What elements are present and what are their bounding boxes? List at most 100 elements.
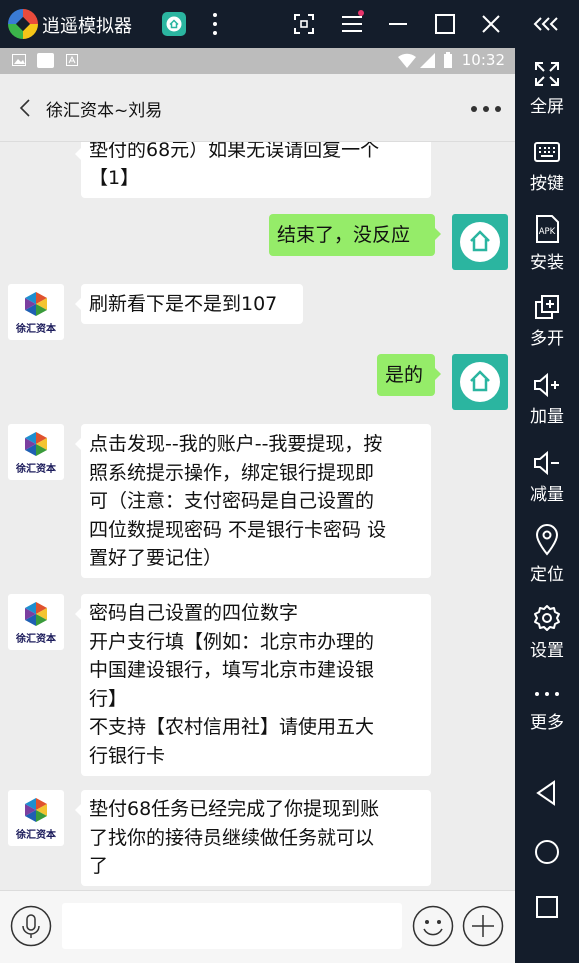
sidebar-label: 更多 — [530, 713, 564, 733]
triangle-back-icon — [536, 780, 555, 806]
message-bubble[interactable]: 点击发现--我的账户--我要提现，按 照系统提示操作，绑定银行提现即 可（注意：… — [75, 424, 431, 578]
message-input[interactable] — [62, 903, 402, 949]
notification-dot — [358, 10, 364, 16]
sidebar-item-multi[interactable]: 多开 — [515, 294, 579, 364]
android-status-bar: 10:32 — [0, 48, 515, 74]
message-line: 【1】 — [89, 167, 140, 189]
sidebar-item-keys[interactable]: 按键 — [515, 139, 579, 209]
sidebar-item-volume-down[interactable]: 减量 — [515, 450, 579, 520]
sidebar-item-location[interactable]: 定位 — [515, 524, 579, 594]
message-bubble[interactable]: 是的 — [377, 354, 441, 396]
sidebar-label: 设置 — [530, 641, 564, 661]
message-bubble[interactable]: 结束了，没反应 — [269, 214, 441, 256]
android-home-nav-button[interactable] — [515, 837, 579, 877]
more-icon — [535, 692, 559, 696]
volume-down-icon — [534, 450, 559, 476]
collapse-sidebar-icon[interactable] — [533, 12, 558, 36]
wifi-icon — [398, 53, 416, 68]
sidebar-label: 全屏 — [530, 97, 564, 117]
sidebar-label: 加量 — [530, 407, 564, 427]
message-line: 中国建设银行，填写北京市建设银 — [89, 659, 375, 681]
message-line: 垫付68任务已经完成了你提现到账 — [89, 798, 380, 820]
home-icon — [470, 230, 490, 252]
back-arrow-icon[interactable] — [18, 98, 32, 118]
android-recents-button[interactable] — [515, 892, 579, 932]
maximize-icon[interactable] — [433, 12, 457, 36]
more-options-icon[interactable] — [471, 106, 501, 112]
sidebar-item-volume-up[interactable]: 加量 — [515, 372, 579, 442]
contact-avatar[interactable]: 徐汇资本 — [8, 424, 64, 480]
emulator-sidebar: 全屏 按键 APK 安装 多开 加量 减量 定位 设置 更多 — [515, 48, 579, 963]
company-logo-icon — [25, 432, 47, 456]
avatar-label: 徐汇资本 — [16, 830, 56, 841]
message-line: 点击发现--我的账户--我要提现，按 — [89, 433, 383, 455]
circle-home-icon — [535, 840, 559, 864]
keyboard-icon — [534, 142, 560, 162]
contact-avatar[interactable]: 徐汇资本 — [8, 284, 64, 340]
sidebar-label: 定位 — [530, 565, 564, 585]
emoji-icon[interactable] — [412, 905, 454, 947]
message-line: 刷新看下是不是到107 — [89, 293, 278, 315]
message-line: 行】 — [89, 687, 128, 710]
sidebar-item-more[interactable]: 更多 — [515, 684, 579, 754]
android-home-button[interactable] — [162, 12, 186, 36]
fullscreen-icon — [535, 62, 559, 86]
message-line: 了 — [89, 855, 109, 877]
voice-input-icon[interactable] — [10, 905, 52, 947]
message-line: 密码自己设置的四位数字 — [89, 602, 299, 624]
avatar-label: 徐汇资本 — [16, 324, 56, 335]
sidebar-item-settings[interactable]: 设置 — [515, 604, 579, 674]
emulator-logo-icon — [8, 9, 38, 39]
phone-screen: 10:32 徐汇资本~刘易 垫付的68元）如果无误请回复一个 【1】 结束了，没… — [0, 48, 515, 963]
message-bubble[interactable]: 密码自己设置的四位数字 开户支行填【例如：北京市办理的 中国建设银行，填写北京市… — [75, 594, 431, 776]
status-time: 10:32 — [461, 51, 505, 69]
message-line: 结束了，没反应 — [277, 224, 411, 246]
chat-input-bar — [0, 890, 515, 963]
sidebar-item-install[interactable]: APK 安装 — [515, 214, 579, 284]
sidebar-label: 安装 — [530, 253, 564, 273]
kebab-menu-icon[interactable] — [206, 10, 224, 38]
contact-avatar[interactable]: 徐汇资本 — [8, 594, 64, 650]
chat-header: 徐汇资本~刘易 — [0, 74, 515, 142]
message-line: 可（注意：支付密码是自己设置的 — [89, 490, 375, 512]
my-avatar[interactable] — [452, 354, 508, 410]
home-icon — [470, 370, 490, 392]
company-logo-icon — [25, 602, 47, 626]
sidebar-item-fullscreen[interactable]: 全屏 — [515, 60, 579, 130]
avatar-label: 徐汇资本 — [16, 464, 56, 475]
message-bubble[interactable]: 垫付的68元）如果无误请回复一个 【1】 — [75, 142, 431, 198]
signal-icon — [420, 53, 435, 68]
chat-title: 徐汇资本~刘易 — [46, 101, 163, 121]
volume-up-icon — [534, 372, 559, 398]
sidebar-label: 多开 — [530, 329, 564, 349]
location-icon — [535, 524, 559, 556]
company-logo-icon — [25, 292, 47, 316]
image-notification-icon — [12, 54, 26, 66]
close-icon[interactable] — [479, 12, 503, 36]
my-avatar[interactable] — [452, 214, 508, 270]
multi-instance-icon — [535, 295, 559, 319]
message-line: 不支持【农村信用社】请使用五大 — [89, 716, 375, 738]
message-list: 垫付的68元）如果无误请回复一个 【1】 结束了，没反应 徐汇资本 刷新看下是不… — [0, 142, 515, 890]
message-line: 了找你的接待员继续做任务就可以 — [89, 826, 375, 849]
contact-avatar[interactable]: 徐汇资本 — [8, 790, 64, 846]
message-bubble[interactable]: 垫付68任务已经完成了你提现到账 了找你的接待员继续做任务就可以 了 — [75, 790, 431, 886]
message-line: 置好了要记住） — [89, 547, 223, 569]
emulator-title: 逍遥模拟器 — [42, 16, 132, 37]
gear-icon — [534, 605, 560, 631]
hamburger-menu-icon[interactable] — [340, 10, 364, 36]
message-bubble[interactable]: 刷新看下是不是到107 — [75, 284, 303, 324]
app-notification-icon — [37, 53, 54, 68]
message-line: 垫付的68元）如果无误请回复一个 — [89, 142, 380, 161]
message-line: 行银行卡 — [89, 744, 166, 767]
android-back-button[interactable] — [515, 778, 579, 818]
minimize-icon[interactable] — [386, 12, 410, 36]
home-icon — [166, 16, 182, 32]
message-line: 开户支行填【例如：北京市办理的 — [89, 630, 375, 653]
plus-icon[interactable] — [462, 905, 504, 947]
sidebar-label: 按键 — [530, 174, 564, 194]
apk-icon: APK — [536, 215, 559, 243]
screenshot-icon[interactable] — [292, 12, 316, 36]
message-line: 是的 — [385, 364, 424, 386]
company-logo-icon — [25, 798, 47, 822]
